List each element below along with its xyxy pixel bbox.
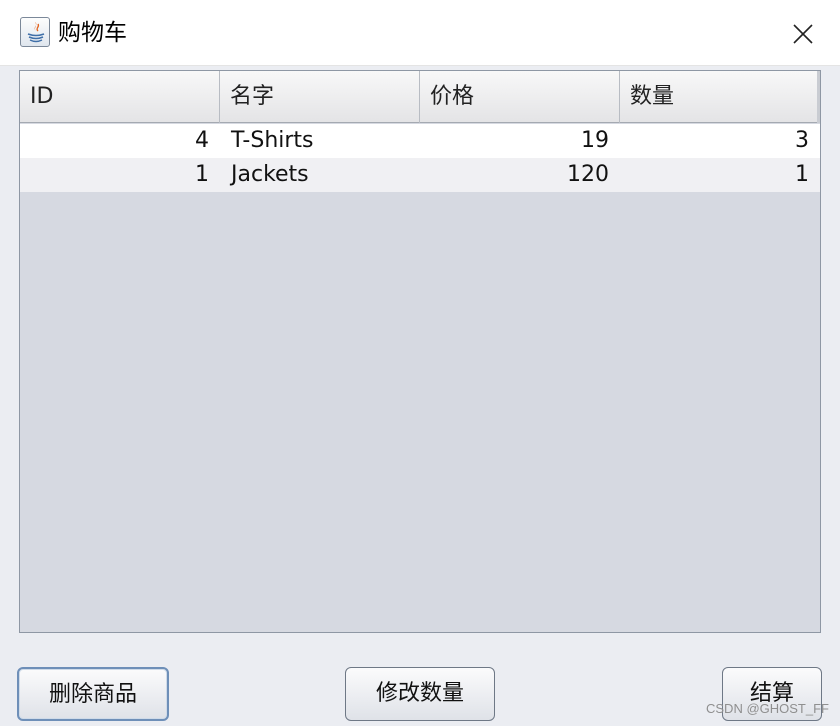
modify-quantity-button[interactable]: 修改数量 [345, 667, 495, 721]
watermark: CSDN @GHOST_FF [706, 701, 829, 716]
close-icon [793, 24, 813, 44]
delete-item-button[interactable]: 删除商品 [17, 667, 169, 721]
table-body: 4 T-Shirts 19 3 1 Jackets 120 1 [20, 124, 820, 192]
cell-price[interactable]: 19 [420, 124, 620, 158]
window-content: ID 名字 价格 数量 4 T-Shirts 19 3 1 Jackets 12… [0, 66, 840, 726]
cell-quantity[interactable]: 3 [620, 124, 820, 158]
close-button[interactable] [780, 14, 826, 54]
table-header: ID 名字 价格 数量 [20, 71, 820, 123]
cell-id[interactable]: 4 [20, 124, 220, 158]
cell-quantity[interactable]: 1 [620, 158, 820, 192]
column-header-name[interactable]: 名字 [220, 71, 420, 123]
window-title: 购物车 [58, 20, 127, 46]
cell-name[interactable]: T-Shirts [220, 124, 420, 158]
table-row[interactable]: 1 Jackets 120 1 [20, 158, 820, 192]
table-row[interactable]: 4 T-Shirts 19 3 [20, 124, 820, 158]
column-header-id[interactable]: ID [20, 71, 220, 123]
java-app-icon [20, 17, 50, 47]
cell-price[interactable]: 120 [420, 158, 620, 192]
column-header-price[interactable]: 价格 [420, 71, 620, 123]
cell-id[interactable]: 1 [20, 158, 220, 192]
cell-name[interactable]: Jackets [220, 158, 420, 192]
cart-table: ID 名字 价格 数量 4 T-Shirts 19 3 1 Jackets 12… [19, 70, 821, 633]
column-header-quantity[interactable]: 数量 [620, 71, 820, 123]
title-bar: 购物车 [0, 0, 840, 66]
